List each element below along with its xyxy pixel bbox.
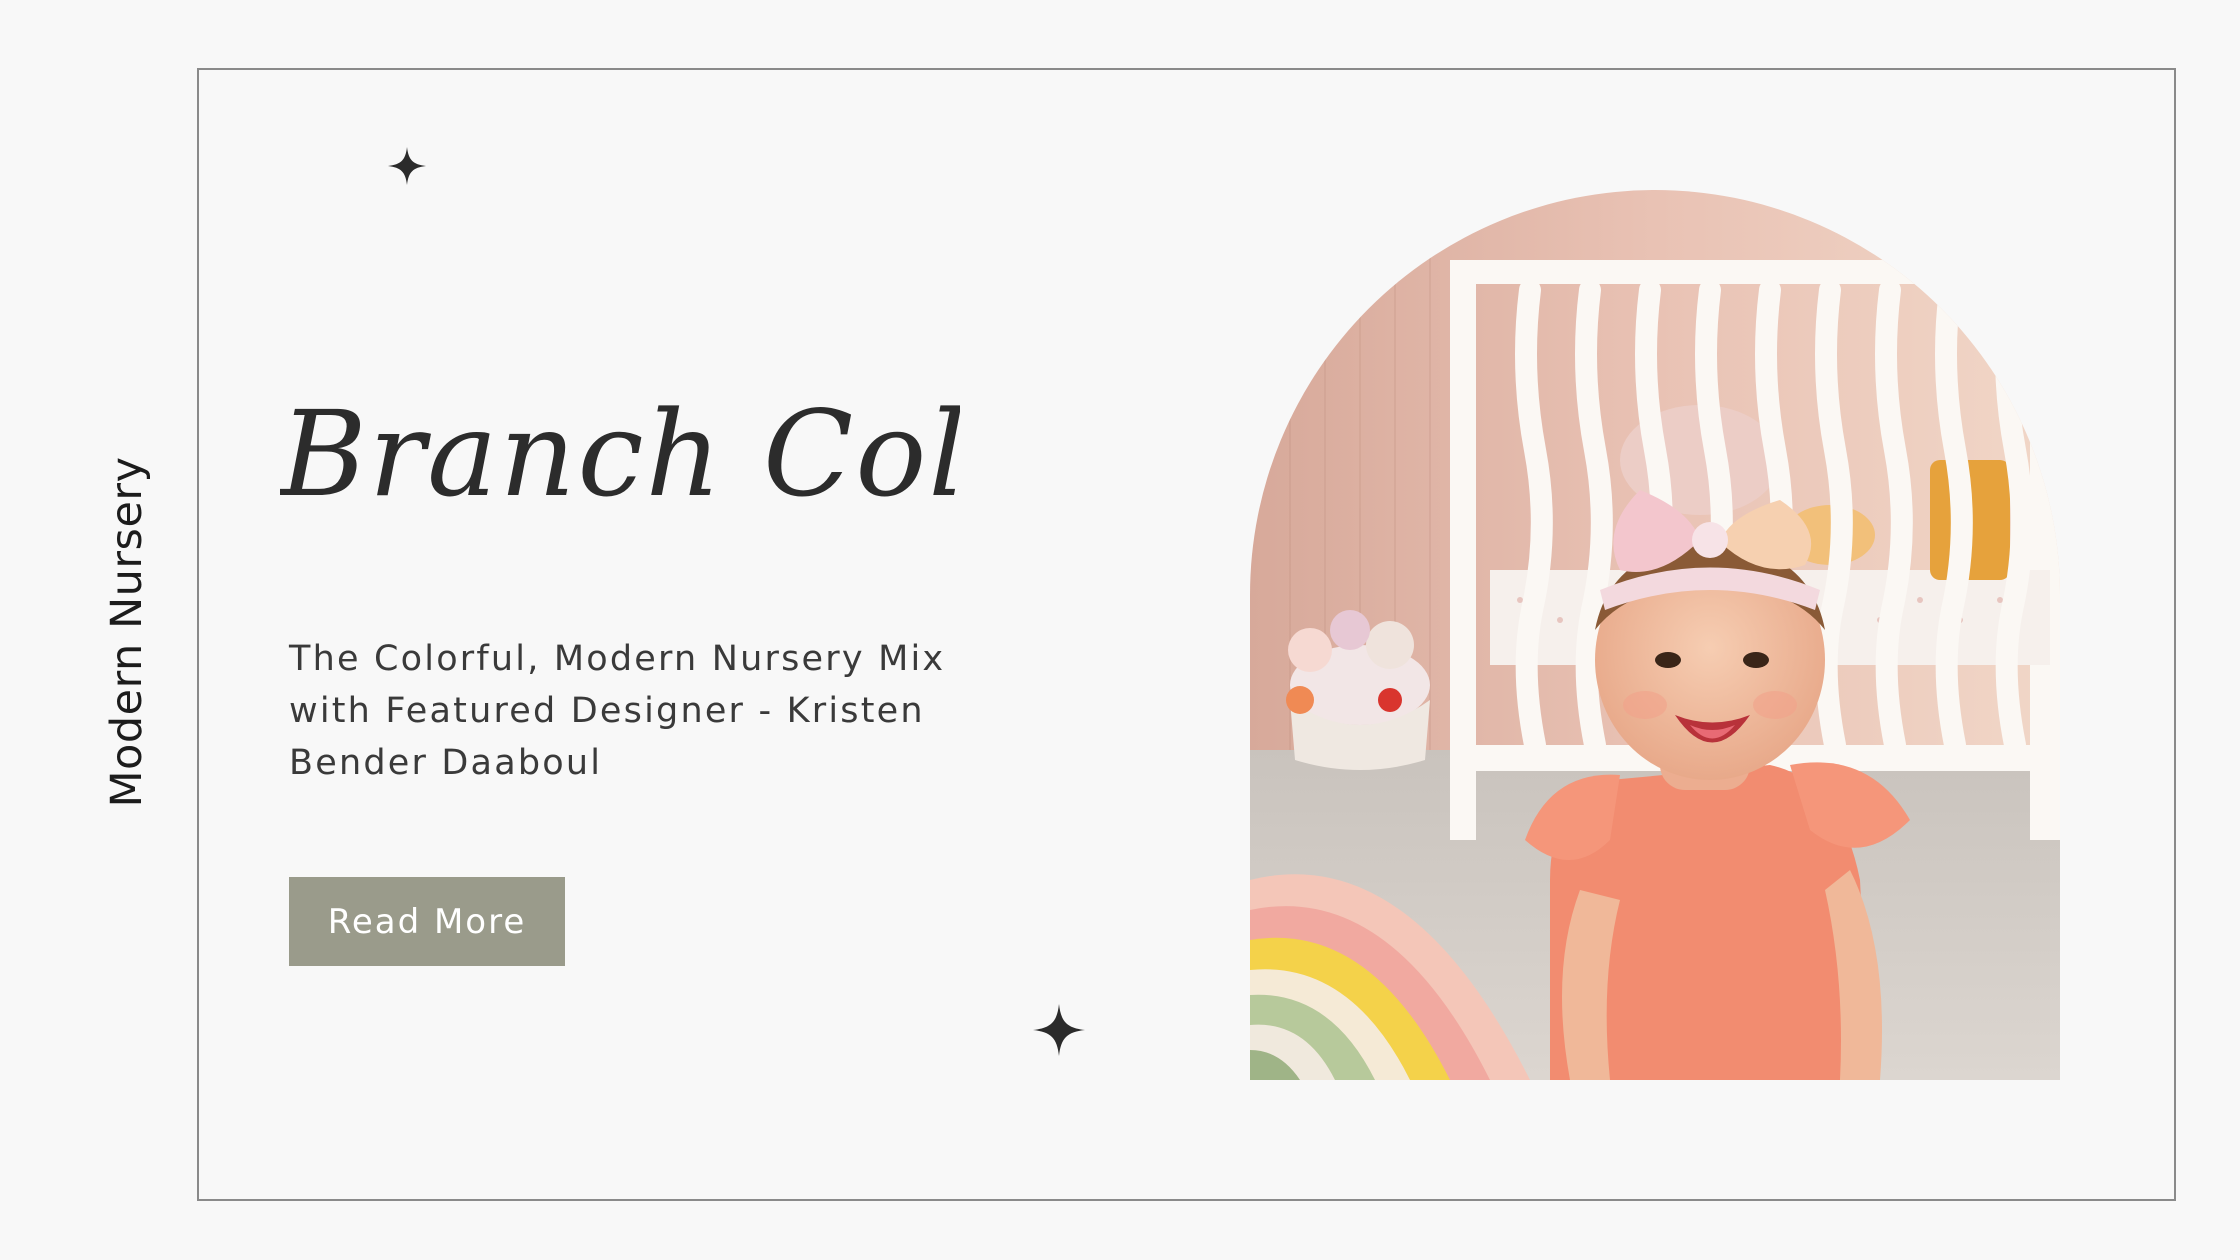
sparkle-icon: [1033, 1004, 1085, 1056]
collection-title-text: Branch Collection: [280, 385, 960, 523]
nursery-photo: [1250, 190, 2060, 1080]
collection-subtitle: The Colorful, Modern Nursery Mix with Fe…: [289, 639, 946, 783]
sparkle-icon: [388, 147, 426, 185]
collection-title: Branch Collection: [280, 385, 960, 523]
hero-banner: Modern Nursery Branch Collection The Col…: [0, 0, 2240, 1260]
side-label: Modern Nursery: [102, 456, 152, 808]
read-more-button[interactable]: Read More: [289, 877, 565, 966]
